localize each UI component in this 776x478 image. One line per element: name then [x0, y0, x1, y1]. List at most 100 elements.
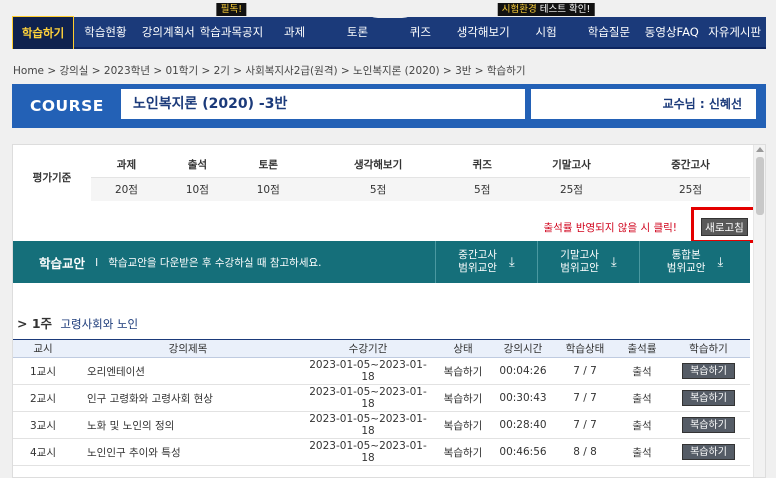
review-cell: 복습하기: [667, 438, 750, 466]
lecture-time: 00:28:40: [493, 411, 553, 439]
integrated-material-label: 통합본 범위교안: [667, 249, 706, 275]
table-row: 4교시 노인인구 추이와 특성 2023-01-05~2023-01-18 복습…: [13, 438, 750, 466]
review-cell: 복습하기: [667, 357, 750, 385]
nav-item-progress[interactable]: 학습현황: [74, 16, 137, 48]
week-heading: > 1주 고령사회와 노인: [17, 313, 138, 332]
review-button[interactable]: 복습하기: [682, 444, 735, 460]
eval-header: 중간고사: [671, 159, 710, 172]
eval-header: 과제: [116, 159, 137, 172]
lecture-progress: 7 / 7: [553, 357, 617, 385]
lecture-attendance: 출석: [617, 438, 667, 466]
nav-item-notice[interactable]: 필독! 학습과목공지: [200, 3, 263, 48]
table-row: 2교시 인구 고령화와 고령사회 현상 2023-01-05~2023-01-1…: [13, 384, 750, 412]
button-line: 기말고사: [560, 249, 599, 261]
col-header: 학습하기: [667, 339, 750, 358]
eval-value: 25점: [511, 176, 631, 201]
eval-value: 5점: [303, 176, 453, 201]
course-label: COURSE: [30, 97, 104, 115]
col-header: 교시: [13, 339, 73, 358]
lecture-title: 인구 고령화와 고령사회 현상: [73, 384, 303, 412]
course-title: 노인복지론 (2020) -3반: [121, 89, 525, 119]
lecture-time: 00:46:56: [493, 438, 553, 466]
lecture-title: 오리엔테이션: [73, 357, 303, 385]
col-header: 출석률: [617, 339, 667, 358]
review-cell: 복습하기: [667, 384, 750, 412]
lecture-period: 2023-01-05~2023-01-18: [303, 438, 433, 466]
integrated-material-button[interactable]: 통합본 범위교안 ⤓: [639, 241, 750, 283]
lecture-no: 1교시: [13, 357, 73, 385]
review-cell: 복습하기: [667, 411, 750, 439]
lecture-title: 노화 및 노인의 정의: [73, 411, 303, 439]
lecture-attendance: 출석: [617, 411, 667, 439]
lecture-time: 00:30:43: [493, 384, 553, 412]
lecture-progress: 7 / 7: [553, 411, 617, 439]
evaluation-table: 평가기준 과제 출석 토론 생각해보기 퀴즈 기말고사 중간고사 20점 10점…: [13, 153, 750, 201]
lecture-table: 교시 강의제목 수강기간 상태 강의시간 학습상태 출석률 학습하기 1교시 오…: [13, 339, 750, 466]
nav-item-study[interactable]: 학습하기: [12, 15, 74, 49]
eval-value: 10점: [161, 176, 233, 201]
scrollbar-thumb[interactable]: [756, 157, 764, 215]
review-button[interactable]: 복습하기: [682, 390, 735, 406]
lecture-status: 복습하기: [433, 384, 493, 412]
materials-bar: 학습교안 I 학습교안을 다운받은 후 수강하실 때 참고하세요. 중간고사 범위…: [13, 241, 750, 283]
eval-header: 출석: [187, 159, 208, 172]
nav-item-assignment[interactable]: 과제: [263, 16, 326, 48]
scrollbar[interactable]: [753, 145, 765, 477]
eval-header: 생각해보기: [353, 159, 403, 172]
col-header: 강의시간: [493, 339, 553, 358]
final-material-button[interactable]: 기말고사 범위교안 ⤓: [537, 241, 639, 283]
exam-env-tag-text: 테스트 확인!: [536, 4, 591, 15]
eval-value: 5점: [452, 176, 512, 201]
notice-must-read-tag: 필독!: [216, 3, 247, 16]
button-line: 통합본: [671, 249, 701, 261]
nav-item-discussion[interactable]: 토론: [326, 16, 389, 48]
evaluation-row-label: 평가기준: [13, 153, 91, 201]
lecture-status: 복습하기: [433, 411, 493, 439]
eval-header: 토론: [258, 159, 278, 172]
midterm-material-label: 중간고사 범위교안: [458, 249, 497, 275]
nav-item-board[interactable]: 자유게시판: [703, 16, 766, 48]
materials-separator: I: [95, 255, 99, 269]
lecture-period: 2023-01-05~2023-01-18: [303, 357, 433, 385]
final-material-label: 기말고사 범위교안: [560, 249, 599, 275]
lecture-period: 2023-01-05~2023-01-18: [303, 384, 433, 412]
midterm-material-button[interactable]: 중간고사 범위교안 ⤓: [435, 241, 537, 283]
chevron-right-icon: >: [17, 316, 28, 331]
breadcrumb: Home > 강의실 > 2023학년 > 01학기 > 2기 > 사회복지사2…: [13, 65, 526, 77]
nav-item-video-faq[interactable]: 동영상FAQ: [640, 16, 703, 48]
lecture-progress: 7 / 7: [553, 384, 617, 412]
button-line: 중간고사: [458, 249, 497, 261]
lecture-title: 노인인구 추이와 특성: [73, 438, 303, 466]
main-nav: 학습하기 학습현황 강의계획서 필독! 학습과목공지 과제 토론 퀴즈 생각해보기…: [12, 3, 766, 49]
download-icon: ⤓: [717, 254, 724, 270]
exam-env-tag: 시험환경 테스트 확인!: [497, 3, 595, 16]
review-button[interactable]: 복습하기: [682, 417, 735, 433]
nav-item-question[interactable]: 학습질문: [578, 16, 641, 48]
button-line: 범위교안: [666, 262, 706, 274]
table-row: 3교시 노화 및 노인의 정의 2023-01-05~2023-01-18 복습…: [13, 411, 750, 439]
lecture-no: 3교시: [13, 411, 73, 439]
lecture-attendance: 출석: [617, 384, 667, 412]
nav-item-syllabus[interactable]: 강의계획서: [137, 16, 200, 48]
button-line: 범위교안: [458, 262, 497, 274]
materials-title: 학습교안: [39, 255, 86, 271]
col-header: 학습상태: [553, 339, 617, 358]
lecture-attendance: 출석: [617, 357, 667, 385]
nav-item-exam[interactable]: 시험환경 테스트 확인! 시험: [497, 3, 595, 48]
nav-item-quiz[interactable]: 퀴즈: [389, 16, 452, 48]
lecture-status: 복습하기: [433, 357, 493, 385]
eval-value: 25점: [630, 176, 750, 201]
lecture-no: 4교시: [13, 438, 73, 466]
week-title: 고령사회와 노인: [60, 317, 139, 331]
download-icon: ⤓: [610, 254, 617, 270]
eval-value: 10점: [232, 176, 304, 201]
professor-name: 교수님 : 신혜선: [531, 89, 756, 119]
nav-item-thinking[interactable]: 생각해보기: [452, 16, 515, 48]
scroll-up-icon[interactable]: [756, 147, 764, 152]
lecture-time: 00:04:26: [493, 357, 553, 385]
col-header: 수강기간: [303, 339, 433, 358]
download-icon: ⤓: [508, 254, 515, 270]
col-header: 강의제목: [73, 339, 303, 358]
button-line: 범위교안: [560, 262, 599, 274]
review-button[interactable]: 복습하기: [682, 363, 735, 379]
